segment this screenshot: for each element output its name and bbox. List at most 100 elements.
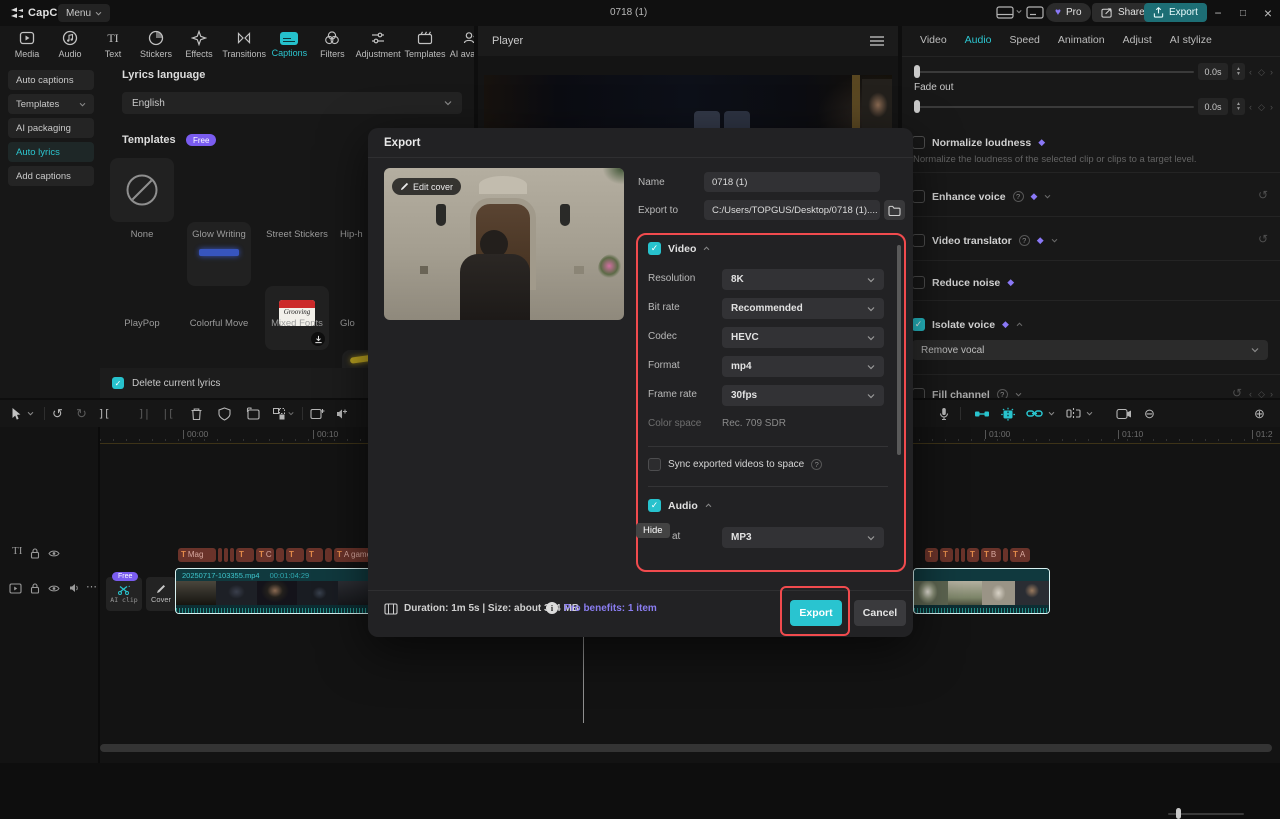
camera-preview-icon[interactable] [1116,406,1132,421]
mosaic-icon[interactable] [272,406,286,421]
chevron-down-icon[interactable] [1016,9,1022,14]
chevron-down-icon[interactable] [27,406,34,421]
caption-clip[interactable] [325,547,332,562]
pro-button[interactable]: ♥ Pro [1046,3,1091,22]
undo-icon[interactable]: ↺ [52,406,63,421]
keyframe-next-icon[interactable]: › [1270,67,1273,77]
export-frame-icon[interactable] [310,406,325,421]
browse-folder-button[interactable] [884,200,905,220]
chevron-down-icon[interactable] [1051,238,1058,243]
keyframe-prev-icon[interactable]: ‹ [1249,102,1252,112]
eye-icon[interactable] [48,549,60,558]
keyframe-next-icon[interactable]: › [1270,102,1273,112]
fade-in-slider[interactable] [916,71,1194,73]
delete-right-icon[interactable]: |[ [162,406,174,421]
tab-ai-stylize[interactable]: AI stylize [1170,34,1212,46]
video-clip-selected-right[interactable] [913,568,1050,614]
audio-format-select[interactable]: MP3 [722,527,884,548]
compact-layout-icon[interactable] [1026,6,1044,19]
close-button[interactable]: × [1258,3,1278,23]
chevron-down-icon[interactable] [1086,406,1093,421]
keyframe-prev-icon[interactable]: ‹ [1249,67,1252,77]
delete-left-icon[interactable]: ]| [138,406,150,421]
zoom-out-icon[interactable]: ⊖ [1144,406,1155,421]
video-clip-selected[interactable]: 20250717-103355.mp4 00:01:04:29 [175,568,379,614]
audio-checkbox[interactable]: ✓ [648,499,661,512]
fade-in-value[interactable]: 0.0s [1198,63,1228,80]
caption-clip[interactable]: T [967,547,979,562]
tab-audio[interactable]: Audio [965,34,992,46]
link-icon[interactable] [1026,406,1043,421]
sidebar-item-auto-lyrics[interactable]: Auto lyrics [8,142,94,162]
sidebar-item-ai-packaging[interactable]: AI packaging [8,118,94,138]
split-icon[interactable]: ][ [98,406,110,421]
extract-audio-icon[interactable] [336,406,350,421]
enhance-voice-checkbox[interactable] [912,190,925,203]
fade-out-value[interactable]: 0.0s [1198,98,1228,115]
reset-icon[interactable]: ↺ [1258,232,1268,246]
remove-vocal-select[interactable]: Remove vocal [912,340,1268,360]
dialog-scrollbar[interactable] [897,245,901,455]
mute-icon[interactable] [69,583,80,593]
toolbar-item-effects[interactable]: Effects [184,30,214,59]
caption-clip[interactable]: T Mag [178,547,216,562]
minimize-button[interactable]: − [1208,3,1228,23]
mirror-split-icon[interactable] [1066,406,1081,421]
caption-clip[interactable] [218,547,222,562]
auto-cut-icon[interactable] [1000,406,1016,421]
sidebar-item-auto-captions[interactable]: Auto captions [8,70,94,90]
keyframe-add-icon[interactable]: ◇ [1258,67,1265,78]
resolution-select[interactable]: 8K [722,269,884,290]
tab-speed[interactable]: Speed [1010,34,1040,46]
bitrate-select[interactable]: Recommended [722,298,884,319]
toolbar-item-adjustment[interactable]: Adjustment [356,30,401,59]
toolbar-item-media[interactable]: Media [12,30,42,59]
video-checkbox[interactable]: ✓ [648,242,661,255]
chevron-down-icon[interactable] [1048,406,1055,421]
caption-clip[interactable] [961,547,965,562]
toolbar-item-captions[interactable]: Captions [272,30,307,59]
fade-out-slider-handle[interactable] [914,100,920,113]
fade-in-slider-handle[interactable] [914,65,920,78]
tab-video[interactable]: Video [920,34,947,46]
codec-select[interactable]: HEVC [722,327,884,348]
caption-clip[interactable]: TB [981,547,1001,562]
timeline-zoom-handle[interactable] [1176,808,1181,819]
tab-animation[interactable]: Animation [1058,34,1105,46]
reset-icon[interactable]: ↺ [1258,188,1268,202]
redo-icon[interactable]: ↻ [76,406,87,421]
maximize-button[interactable]: □ [1233,3,1253,23]
reset-icon[interactable]: ↺ [1232,386,1242,398]
caption-clip[interactable] [276,547,284,562]
zoom-in-icon[interactable]: ⊕ [1254,406,1265,421]
sidebar-item-templates[interactable]: Templates [8,94,94,114]
replace-icon[interactable] [246,406,260,421]
preview-axis-icon[interactable] [974,406,990,421]
more-icon[interactable]: ⋯ [86,580,97,593]
toolbar-item-transitions[interactable]: Transitions [222,30,266,59]
isolate-voice-checkbox[interactable]: ✓ [912,318,925,331]
mask-icon[interactable] [218,406,231,421]
caption-clip[interactable] [230,547,234,562]
toolbar-item-ai-avatars[interactable]: AI avatars [450,30,474,59]
fade-out-stepper[interactable]: ▲ ▼ [1232,98,1245,115]
keyframe-add-icon[interactable]: ◇ [1258,102,1265,113]
toolbar-item-text[interactable]: TI Text [98,30,128,59]
chevron-up-icon[interactable] [705,503,712,508]
caption-clip[interactable]: TC [256,547,274,562]
playhead[interactable] [583,637,584,723]
lock-icon[interactable] [30,583,40,594]
cover-button[interactable]: Cover [146,577,176,611]
chevron-up-icon[interactable] [703,246,710,251]
language-select[interactable]: English [122,92,462,114]
video-translator-checkbox[interactable] [912,234,925,247]
toolbar-item-filters[interactable]: Filters [317,30,347,59]
eye-icon[interactable] [48,584,60,593]
chevron-down-icon[interactable] [288,406,294,421]
layout-toggle-icon[interactable] [996,6,1014,19]
name-input[interactable]: 0718 (1) [704,172,880,192]
ai-clip-button[interactable]: AI clip [106,577,142,611]
pro-benefits-link[interactable]: Pro benefits: 1 item [564,603,657,614]
caption-clip[interactable] [1003,547,1008,562]
format-select[interactable]: mp4 [722,356,884,377]
